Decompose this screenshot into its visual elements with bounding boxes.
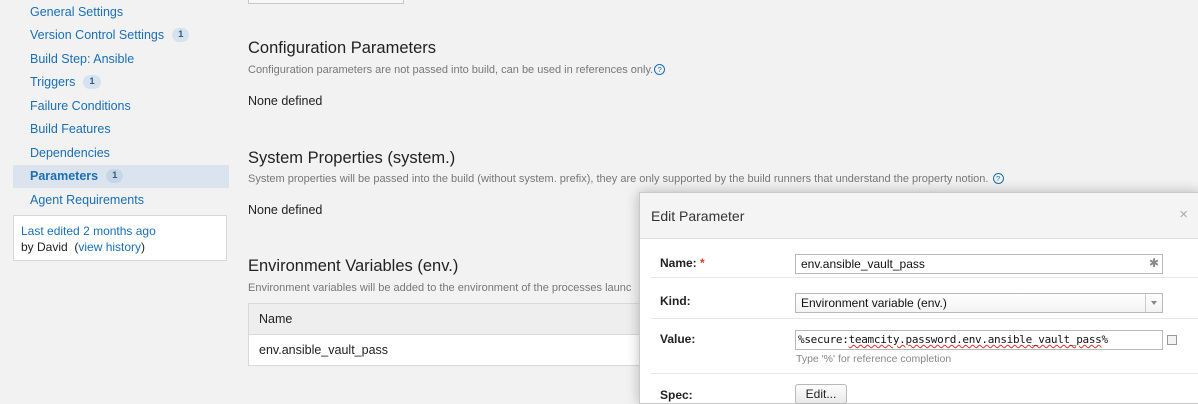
value-label: Value: bbox=[660, 332, 696, 346]
kind-label: Kind: bbox=[660, 294, 691, 308]
value-prefix: %secure: bbox=[798, 333, 849, 346]
sidebar-item-triggers[interactable]: Triggers 1 bbox=[13, 71, 229, 95]
env-vars-table: Name env.ansible_vault_pass bbox=[248, 303, 650, 366]
value-suffix: % bbox=[1101, 333, 1109, 346]
name-input-value: env.ansible_vault_pass bbox=[801, 257, 925, 271]
config-params-desc-text: Configuration parameters are not passed … bbox=[248, 64, 654, 76]
sidebar-item-build-features[interactable]: Build Features bbox=[13, 118, 229, 142]
view-history-link[interactable]: view history bbox=[78, 240, 141, 254]
sidebar-item-label: Agent Requirements bbox=[30, 192, 144, 207]
name-input[interactable]: env.ansible_vault_pass bbox=[795, 254, 1163, 274]
count-badge: 1 bbox=[83, 75, 101, 90]
sidebar-item-label: Triggers bbox=[30, 75, 76, 90]
sidebar-item-general-settings[interactable]: General Settings bbox=[13, 0, 229, 24]
sidebar-item-failure-conditions[interactable]: Failure Conditions bbox=[13, 94, 229, 118]
value-body: teamcity.password.env.ansible_vault_pass bbox=[848, 333, 1102, 346]
table-row[interactable]: env.ansible_vault_pass bbox=[249, 335, 649, 365]
table-header-name: Name bbox=[249, 304, 649, 335]
sidebar-item-label: Version Control Settings bbox=[30, 28, 165, 43]
name-label-text: Name: bbox=[660, 256, 697, 270]
system-props-none: None defined bbox=[248, 203, 323, 217]
sidebar-item-build-step-ansible[interactable]: Build Step: Ansible bbox=[13, 47, 229, 71]
close-icon[interactable]: × bbox=[1179, 206, 1188, 223]
env-vars-desc: Environment variables will be added to t… bbox=[248, 282, 632, 294]
sidebar-item-label: Build Step: Ansible bbox=[30, 51, 135, 66]
expand-editor-icon[interactable] bbox=[1167, 335, 1177, 345]
value-input[interactable]: %secure:teamcity.password.env.ansible_va… bbox=[795, 330, 1163, 350]
dialog-title: Edit Parameter bbox=[651, 207, 745, 224]
config-params-none: None defined bbox=[248, 94, 323, 108]
kind-select-value: Environment variable (env.) bbox=[801, 296, 947, 310]
last-edited-box: Last edited 2 months ago by David (view … bbox=[13, 215, 227, 261]
kind-select[interactable]: Environment variable (env.) bbox=[795, 293, 1163, 313]
help-icon[interactable]: ? bbox=[654, 64, 666, 75]
help-icon[interactable]: ? bbox=[992, 173, 1004, 184]
sidebar-item-label: Failure Conditions bbox=[30, 98, 131, 113]
sidebar-item-parameters[interactable]: Parameters 1 bbox=[13, 164, 229, 188]
sidebar-item-label: Build Features bbox=[30, 122, 111, 137]
system-props-title: System Properties (system.) bbox=[248, 149, 456, 167]
sidebar-item-agent-requirements[interactable]: Agent Requirements bbox=[13, 188, 229, 212]
spec-edit-button[interactable]: Edit... bbox=[795, 384, 847, 404]
required-mark: * bbox=[700, 256, 705, 270]
sidebar: General Settings Version Control Setting… bbox=[13, 0, 229, 261]
config-params-desc: Configuration parameters are not passed … bbox=[248, 64, 666, 76]
chevron-down-icon[interactable] bbox=[1145, 294, 1162, 312]
count-badge: 1 bbox=[172, 28, 190, 43]
top-button-edge[interactable] bbox=[248, 0, 404, 4]
system-props-desc: System properties will be passed into th… bbox=[248, 173, 1004, 185]
name-label: Name: * bbox=[660, 256, 705, 270]
last-edited-by: by David bbox=[21, 240, 68, 254]
sidebar-item-dependencies[interactable]: Dependencies bbox=[13, 141, 229, 165]
sidebar-item-label: Parameters bbox=[30, 169, 99, 184]
sidebar-item-label: General Settings bbox=[30, 4, 124, 19]
env-vars-title: Environment Variables (env.) bbox=[248, 257, 459, 275]
dialog-header: Edit Parameter × bbox=[640, 193, 1198, 239]
close-paren: ) bbox=[141, 240, 146, 254]
sidebar-item-version-control-settings[interactable]: Version Control Settings 1 bbox=[13, 24, 229, 48]
system-props-desc-text: System properties will be passed into th… bbox=[248, 173, 989, 185]
last-edited-time: 2 months ago bbox=[83, 224, 156, 238]
asterisk-icon: ✱ bbox=[1149, 256, 1160, 270]
config-params-title: Configuration Parameters bbox=[248, 39, 437, 57]
edit-parameter-dialog: Edit Parameter × Name: * env.ansible_vau… bbox=[639, 192, 1198, 404]
env-var-name: env.ansible_vault_pass bbox=[259, 343, 389, 357]
last-edited-link[interactable]: Last edited 2 months ago bbox=[21, 224, 156, 238]
count-badge: 1 bbox=[106, 169, 124, 184]
last-edited-label: Last edited bbox=[21, 224, 80, 238]
sidebar-item-label: Dependencies bbox=[30, 145, 110, 160]
value-hint: Type '%' for reference completion bbox=[796, 353, 952, 365]
